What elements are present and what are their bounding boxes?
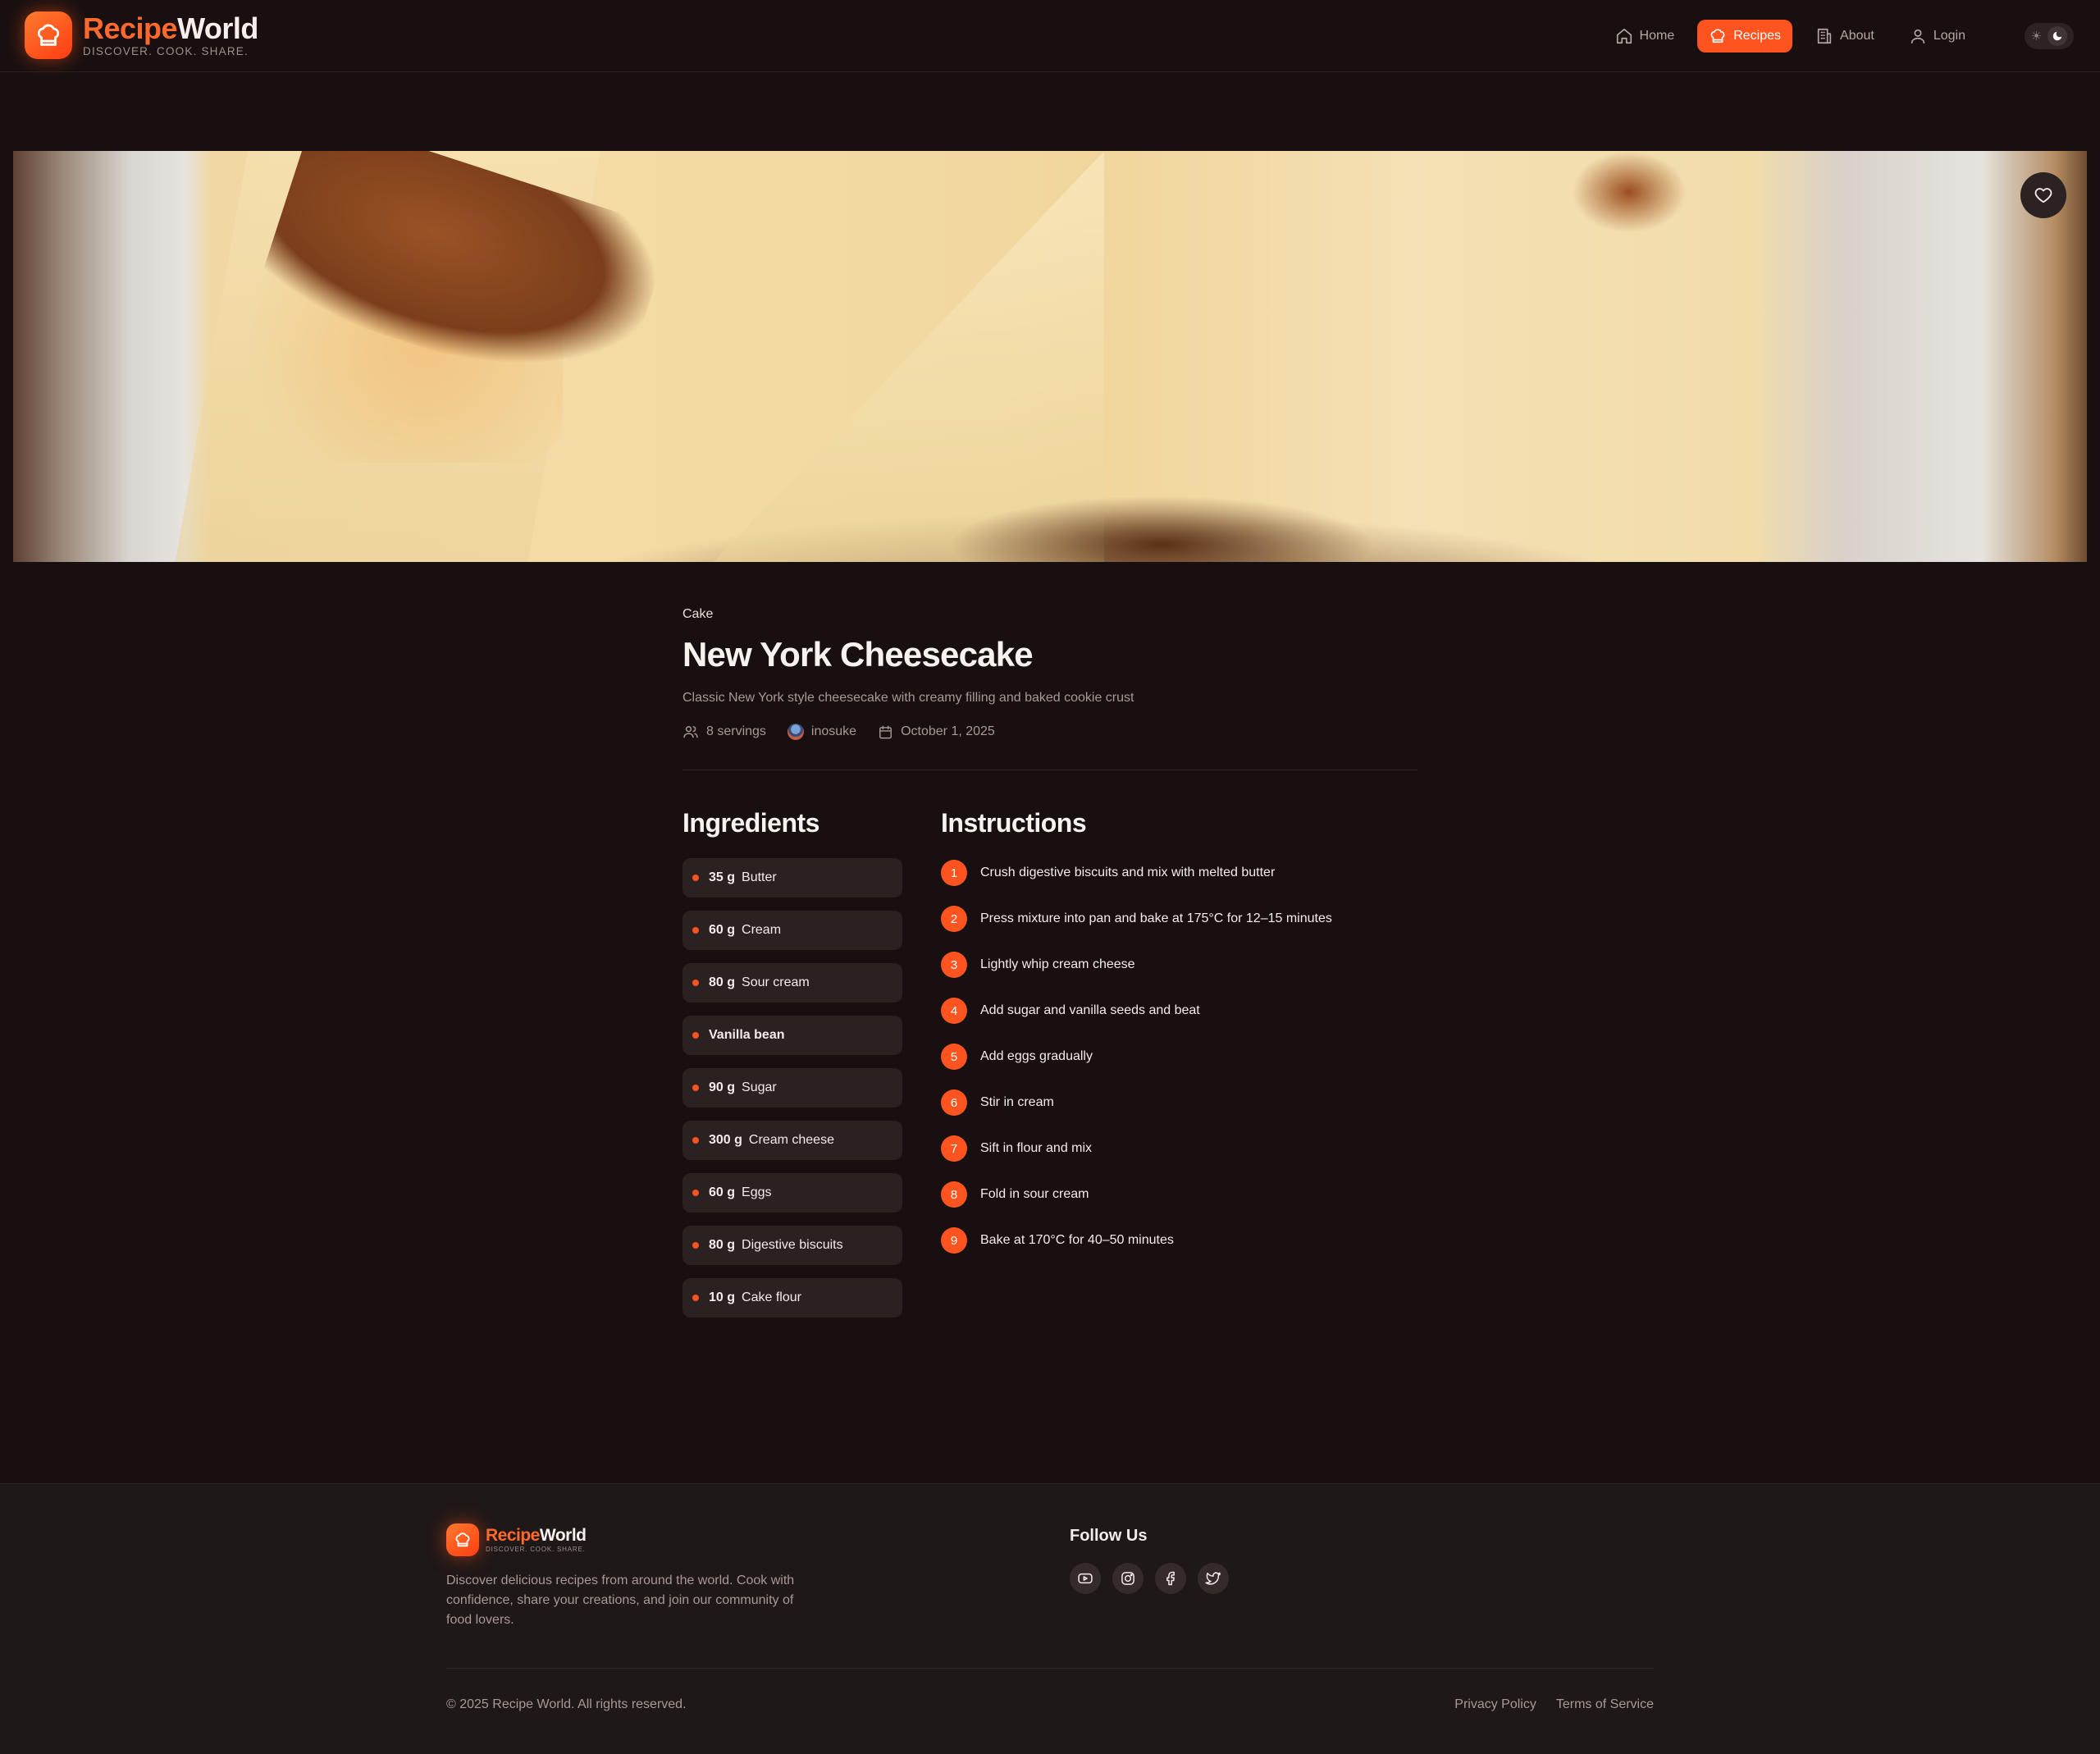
facebook-icon — [1166, 1571, 1175, 1586]
bullet-icon — [692, 1032, 699, 1039]
favorite-button[interactable] — [2020, 172, 2066, 218]
nav-home[interactable]: Home — [1604, 20, 1687, 53]
bullet-icon — [692, 1242, 699, 1249]
instagram-link[interactable] — [1112, 1563, 1144, 1594]
building-icon — [1817, 28, 1832, 44]
privacy-policy-link[interactable]: Privacy Policy — [1454, 1697, 1536, 1712]
copyright: © 2025 Recipe World. All rights reserved… — [446, 1697, 687, 1711]
footer-links: Privacy Policy Terms of Service — [1454, 1697, 1654, 1712]
facebook-link[interactable] — [1155, 1563, 1186, 1594]
avatar — [787, 724, 804, 740]
category-tag[interactable]: Cake — [682, 607, 1418, 622]
instruction-step: 8 Fold in sour cream — [941, 1181, 1400, 1208]
youtube-link[interactable] — [1070, 1563, 1101, 1594]
bullet-icon — [692, 1295, 699, 1301]
instruction-step: 2 Press mixture into pan and bake at 175°… — [941, 906, 1400, 932]
recipe-detail: Cake New York Cheesecake Classic New Yor… — [682, 607, 1418, 1318]
ingredients-list: 35 g Butter 60 g Cream 80 g Sour cream Vani… — [682, 858, 902, 1318]
ingredient-item: 80 g Sour cream — [682, 963, 902, 1003]
footer-brand-name: RecipeWorld — [486, 1526, 587, 1545]
author-meta[interactable]: inosuke — [787, 724, 856, 740]
youtube-icon — [1078, 1573, 1093, 1584]
chef-hat-logo-icon — [25, 11, 72, 59]
ingredient-item: 60 g Eggs — [682, 1173, 902, 1213]
date-meta: October 1, 2025 — [878, 724, 995, 740]
ingredient-item: 300 g Cream cheese — [682, 1121, 902, 1160]
step-number: 6 — [941, 1089, 967, 1116]
site-footer: RecipeWorld DISCOVER. COOK. SHARE. Disco… — [0, 1483, 2100, 1754]
ingredient-item: Vanilla bean — [682, 1016, 902, 1055]
twitter-icon — [1205, 1572, 1221, 1585]
bullet-icon — [692, 980, 699, 986]
footer-logo[interactable]: RecipeWorld DISCOVER. COOK. SHARE. — [446, 1523, 587, 1556]
instructions-list: 1 Crush digestive biscuits and mix with m… — [941, 860, 1400, 1254]
brand-tagline: DISCOVER. COOK. SHARE. — [83, 44, 249, 57]
ingredient-item: 80 g Digestive biscuits — [682, 1226, 902, 1265]
bullet-icon — [692, 1137, 699, 1144]
nav-recipes[interactable]: Recipes — [1697, 20, 1793, 53]
bullet-icon — [692, 875, 699, 881]
nav-about[interactable]: About — [1804, 20, 1886, 53]
bullet-icon — [692, 1085, 699, 1091]
instructions-heading: Instructions — [941, 808, 1087, 838]
heart-icon — [2034, 188, 2052, 203]
step-number: 3 — [941, 952, 967, 978]
social-links — [1070, 1563, 1229, 1594]
step-number: 8 — [941, 1181, 967, 1208]
bullet-icon — [692, 927, 699, 934]
ingredient-item: 60 g Cream — [682, 911, 902, 950]
twitter-link[interactable] — [1198, 1563, 1229, 1594]
bullet-icon — [692, 1190, 699, 1196]
sun-icon: ☀ — [2030, 30, 2043, 43]
instruction-step: 1 Crush digestive biscuits and mix with m… — [941, 860, 1400, 886]
instruction-step: 9 Bake at 170°C for 40–50 minutes — [941, 1227, 1400, 1254]
users-icon — [683, 726, 698, 738]
brand-logo[interactable]: RecipeWorld DISCOVER. COOK. SHARE. — [25, 11, 258, 59]
top-navbar: RecipeWorld DISCOVER. COOK. SHARE. Home … — [0, 0, 2100, 72]
footer-divider — [446, 1668, 1654, 1669]
instructions-section: Instructions 1 Crush digestive biscuits a… — [941, 808, 1400, 1273]
ingredients-section: Ingredients 35 g Butter 60 g Cream 80 g Sou… — [682, 808, 902, 1331]
instruction-step: 7 Sift in flour and mix — [941, 1135, 1400, 1162]
step-number: 2 — [941, 906, 967, 932]
home-icon — [1616, 28, 1632, 44]
step-number: 5 — [941, 1044, 967, 1070]
recipe-hero-image — [13, 151, 2087, 562]
ingredient-item: 35 g Butter — [682, 858, 902, 898]
footer-brand-tagline: DISCOVER. COOK. SHARE. — [486, 1546, 586, 1553]
main-nav: Home Recipes About Login — [1604, 20, 1977, 53]
instruction-step: 3 Lightly whip cream cheese — [941, 952, 1400, 978]
servings-meta: 8 servings — [682, 724, 766, 740]
instruction-step: 4 Add sugar and vanilla seeds and beat — [941, 998, 1400, 1024]
recipe-description: Classic New York style cheesecake with c… — [682, 691, 1134, 705]
moon-icon — [2048, 26, 2068, 46]
recipe-title: New York Cheesecake — [682, 635, 1034, 674]
nav-login[interactable]: Login — [1897, 20, 1977, 53]
terms-of-service-link[interactable]: Terms of Service — [1556, 1697, 1654, 1712]
footer-description: Discover delicious recipes from around t… — [446, 1574, 795, 1627]
step-number: 1 — [941, 860, 967, 886]
step-number: 9 — [941, 1227, 967, 1254]
instruction-step: 6 Stir in cream — [941, 1089, 1400, 1116]
step-number: 4 — [941, 998, 967, 1024]
calendar-icon — [879, 725, 892, 738]
instruction-step: 5 Add eggs gradually — [941, 1044, 1400, 1070]
ingredient-item: 90 g Sugar — [682, 1068, 902, 1108]
recipe-meta: 8 servings inosuke October 1, 2025 — [682, 724, 1418, 740]
brand-name: RecipeWorld — [83, 11, 258, 45]
step-number: 7 — [941, 1135, 967, 1162]
chef-hat-icon — [1710, 29, 1725, 43]
instagram-icon — [1121, 1572, 1134, 1585]
user-icon — [1911, 29, 1925, 44]
theme-toggle[interactable]: ☀ — [2025, 23, 2074, 49]
ingredients-heading: Ingredients — [682, 808, 819, 838]
ingredient-item: 10 g Cake flour — [682, 1278, 902, 1318]
chef-hat-logo-icon — [446, 1523, 479, 1556]
follow-heading: Follow Us — [1070, 1527, 1148, 1545]
